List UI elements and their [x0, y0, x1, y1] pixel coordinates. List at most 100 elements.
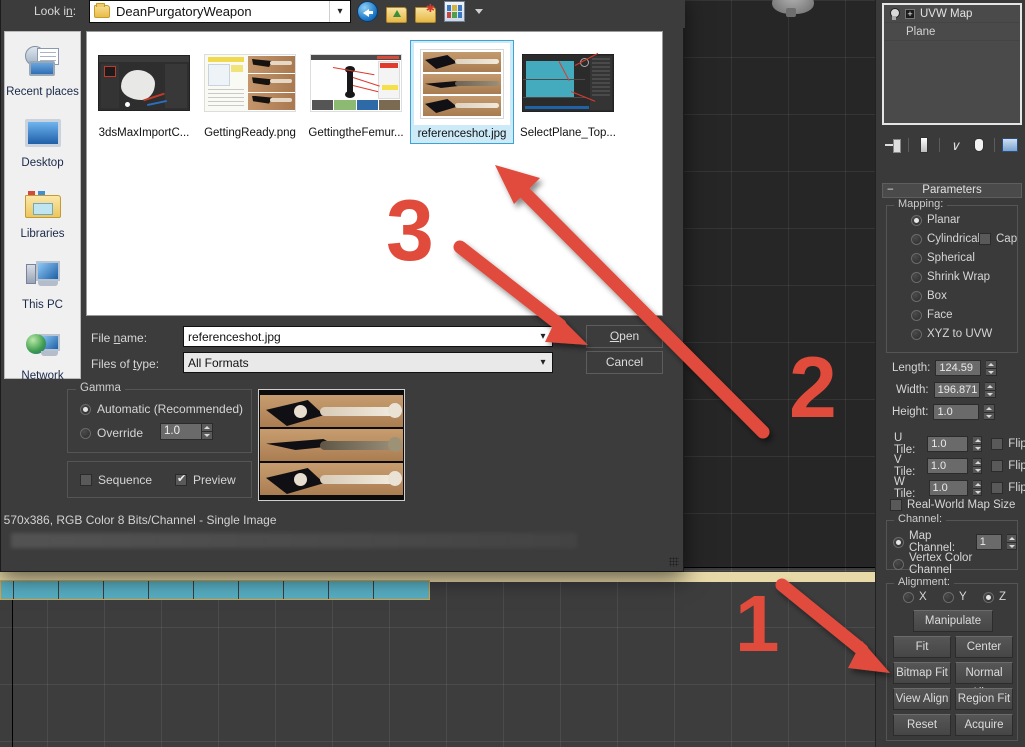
cancel-button[interactable]: Cancel [586, 351, 663, 374]
look-in-combobox[interactable]: DeanPurgatoryWeapon ▾ [89, 0, 351, 23]
bitmap-fit-button[interactable]: Bitmap Fit [893, 662, 951, 684]
reset-button[interactable]: Reset [893, 714, 951, 736]
modifier-sub-object[interactable]: Plane [884, 23, 1020, 41]
create-new-folder-icon[interactable] [415, 4, 436, 23]
views-icon[interactable] [444, 1, 465, 22]
spinner-arrows-icon[interactable] [202, 423, 213, 440]
file-thumbnail [520, 42, 616, 124]
back-icon[interactable] [357, 1, 378, 22]
pin-stack-icon[interactable] [882, 135, 904, 155]
spinner-arrows-icon[interactable] [1007, 534, 1017, 550]
time-range-selection[interactable] [0, 580, 430, 600]
spinner-arrows-icon[interactable] [984, 382, 996, 398]
spinner-arrows-icon[interactable] [986, 360, 998, 376]
height-input[interactable]: 1.0 [933, 404, 980, 420]
center-button[interactable]: Center [955, 636, 1013, 658]
file-list[interactable]: 3dsMaxImportC... GettingReady.png Gettin… [86, 31, 663, 316]
image-preview [258, 389, 405, 501]
file-item[interactable]: 3dsMaxImportC... [92, 40, 196, 144]
align-axis-x[interactable]: X [903, 591, 927, 603]
u-tile-row: U Tile: 1.0 Flip [894, 432, 1025, 456]
region-fit-button[interactable]: Region Fit [955, 688, 1013, 710]
modifier-stack-entry[interactable]: + UVW Map [884, 5, 1020, 23]
mapping-option-shrink-wrap[interactable]: Shrink Wrap [911, 271, 990, 283]
w-tile-label: W Tile: [894, 476, 916, 500]
sequence-checkbox[interactable]: Sequence [80, 473, 152, 487]
parameters-rollout-header[interactable]: − Parameters [882, 183, 1022, 198]
mapping-option-cylindrical[interactable]: Cylindrical [911, 233, 980, 245]
v-tile-input[interactable]: 1.0 [926, 458, 968, 474]
length-input[interactable]: 124.59 [935, 360, 982, 376]
w-tile-input[interactable]: 1.0 [928, 480, 968, 496]
length-label: Length: [892, 362, 931, 374]
desktop-icon [5, 113, 80, 153]
radio-indicator [943, 591, 954, 603]
u-tile-input[interactable]: 1.0 [927, 436, 968, 452]
place-libraries[interactable]: Libraries [5, 184, 80, 242]
chevron-down-icon[interactable]: ▾ [534, 331, 552, 342]
fit-button[interactable]: Fit [893, 636, 951, 658]
spinner-arrows-icon[interactable] [972, 436, 983, 452]
align-axis-z[interactable]: Z [983, 591, 1006, 603]
remove-modifier-icon[interactable] [968, 135, 990, 155]
file-item[interactable]: GettingtheFemur... [304, 40, 408, 144]
gamma-automatic-radio[interactable]: Automatic (Recommended) [80, 402, 243, 416]
gamma-override-spinner[interactable]: 1.0 [160, 423, 213, 440]
mapping-option-xyz-to-uvw[interactable]: XYZ to UVW [911, 328, 992, 340]
configure-modifier-sets-icon[interactable] [999, 135, 1021, 155]
vertex-color-channel-radio[interactable]: Vertex Color Channel [893, 552, 1017, 576]
gamma-override-value[interactable]: 1.0 [160, 423, 202, 440]
file-name-input[interactable]: referenceshot.jpg ▾ [183, 326, 553, 347]
collapse-minus-icon[interactable]: − [887, 184, 894, 197]
show-end-result-icon[interactable] [913, 135, 935, 155]
place-desktop[interactable]: Desktop [5, 113, 80, 171]
light-bulb-icon[interactable] [889, 7, 900, 20]
file-item[interactable]: SelectPlane_Top... [516, 40, 620, 144]
modifier-name: UVW Map [920, 7, 973, 20]
radio-indicator [983, 591, 994, 603]
chevron-down-icon[interactable]: ▾ [329, 1, 350, 22]
mapping-option-planar[interactable]: Planar [911, 214, 960, 226]
annotation-number-3: 3 [386, 183, 434, 279]
views-chevron-down-icon[interactable] [475, 9, 483, 14]
place-network[interactable]: Network [5, 326, 80, 384]
spinner-arrows-icon[interactable] [984, 404, 996, 420]
spinner-arrows-icon[interactable] [972, 480, 983, 496]
dialog-toolbar: Look in: DeanPurgatoryWeapon ▾ [1, 0, 685, 28]
map-channel-input[interactable]: 1 [975, 534, 1003, 550]
w-flip-checkbox[interactable] [991, 482, 1004, 494]
resize-grip[interactable] [669, 557, 679, 567]
file-item-selected[interactable]: referenceshot.jpg [410, 40, 514, 144]
align-axis-y[interactable]: Y [943, 591, 967, 603]
mapping-option-spherical[interactable]: Spherical [911, 252, 975, 264]
spinner-arrows-icon[interactable] [972, 458, 983, 474]
file-item[interactable]: GettingReady.png [198, 40, 302, 144]
map-channel-radio[interactable]: Map Channel: 1 [893, 530, 1017, 554]
v-flip-checkbox[interactable] [991, 460, 1004, 472]
place-label: Libraries [20, 228, 65, 240]
view-align-button[interactable]: View Align [893, 688, 951, 710]
width-input[interactable]: 196.871 [933, 382, 980, 398]
modifier-stack[interactable]: + UVW Map Plane [882, 3, 1022, 125]
mapping-option-face[interactable]: Face [911, 309, 953, 321]
expand-plus-icon[interactable]: + [905, 8, 915, 19]
real-world-map-size-checkbox[interactable]: Real-World Map Size [890, 499, 1015, 511]
make-unique-icon[interactable]: ∨ [944, 135, 966, 155]
files-of-type-select[interactable]: All Formats ▾ [183, 352, 553, 373]
up-one-level-icon[interactable] [386, 6, 407, 23]
axis-label: Y [959, 591, 967, 603]
screen-root: Devices... Setup... Info... View Look in… [0, 0, 1025, 747]
cap-checkbox[interactable]: Cap [979, 233, 1017, 245]
place-recent-places[interactable]: Recent places [5, 42, 80, 100]
gamma-override-radio[interactable]: Override [80, 426, 143, 440]
acquire-button[interactable]: Acquire [955, 714, 1013, 736]
u-flip-checkbox[interactable] [991, 438, 1004, 450]
chevron-down-icon[interactable]: ▾ [534, 357, 552, 368]
file-name-label: referenceshot.jpg [412, 128, 512, 140]
open-button[interactable]: Open [586, 325, 663, 348]
mapping-option-box[interactable]: Box [911, 290, 947, 302]
manipulate-button[interactable]: Manipulate [913, 610, 993, 632]
normal-align-button[interactable]: Normal Align [955, 662, 1013, 699]
place-this-pc[interactable]: This PC [5, 255, 80, 313]
preview-checkbox[interactable]: Preview [175, 472, 236, 487]
